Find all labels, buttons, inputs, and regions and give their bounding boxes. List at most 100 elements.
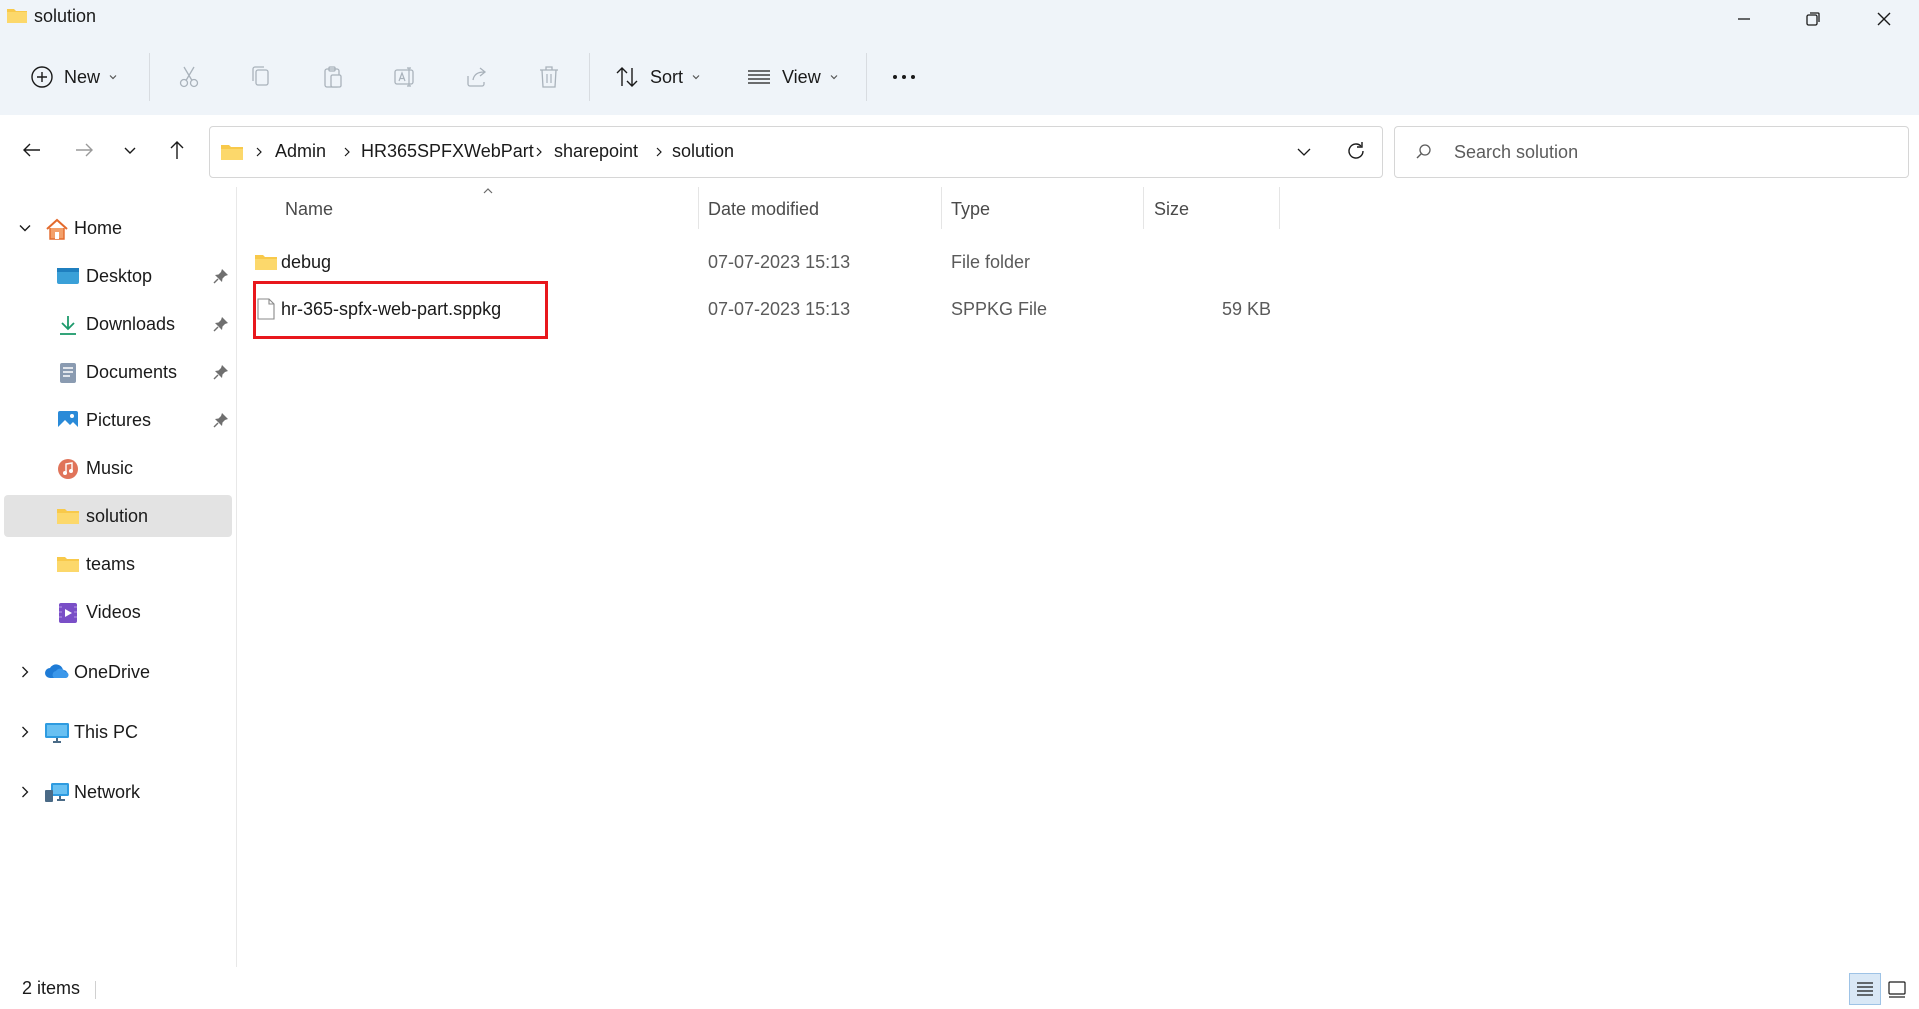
- details-view-icon: [1855, 979, 1875, 999]
- toolbar-divider: [589, 53, 590, 101]
- sidebar-item-label: Documents: [86, 362, 178, 382]
- chevron-right-icon: [654, 146, 664, 158]
- desktop-icon: [56, 266, 80, 286]
- file-date: 07-07-2023 15:13: [708, 299, 851, 319]
- this-pc-icon: [44, 722, 70, 744]
- chevron-right-icon[interactable]: [18, 665, 32, 679]
- new-button[interactable]: New: [30, 56, 118, 98]
- folder-icon: [56, 554, 80, 574]
- new-label: New: [64, 66, 101, 87]
- sidebar-item-onedrive[interactable]: OneDrive: [4, 651, 232, 693]
- sidebar-item-label: Music: [86, 458, 134, 478]
- chevron-right-icon[interactable]: [18, 785, 32, 799]
- breadcrumb-item[interactable]: sharepoint: [554, 141, 638, 162]
- chevron-right-icon: [534, 146, 544, 158]
- recent-locations-button[interactable]: [113, 133, 147, 167]
- sidebar-item-teams[interactable]: teams: [4, 543, 232, 585]
- plus-circle-icon: [30, 65, 54, 89]
- status-divider: [95, 981, 96, 999]
- column-header-size[interactable]: Size: [1154, 199, 1189, 220]
- breadcrumb-item[interactable]: Admin: [275, 141, 326, 162]
- sidebar-item-label: Network: [74, 782, 141, 802]
- more-options-button[interactable]: [890, 56, 918, 98]
- view-label: View: [782, 66, 821, 87]
- trash-icon: [536, 64, 562, 90]
- chevron-down-icon[interactable]: [1295, 143, 1313, 161]
- chevron-right-icon: [254, 146, 264, 158]
- column-divider[interactable]: [1143, 187, 1144, 229]
- column-header-type[interactable]: Type: [951, 199, 990, 220]
- sidebar-item-music[interactable]: Music: [4, 447, 232, 489]
- copy-icon: [248, 64, 274, 90]
- cut-button[interactable]: [176, 56, 202, 98]
- tiles-view-button[interactable]: [1881, 973, 1913, 1005]
- pin-icon: [213, 316, 229, 332]
- close-icon: [1876, 11, 1892, 27]
- status-bar: 2 items: [0, 967, 1919, 1009]
- details-view-button[interactable]: [1849, 973, 1881, 1005]
- folder-icon: [6, 6, 28, 24]
- sidebar-item-network[interactable]: Network: [4, 771, 232, 813]
- address-row: Admin HR365SPFXWebPart sharepoint soluti…: [0, 115, 1919, 187]
- file-row-debug[interactable]: debug 07-07-2023 15:13 File folder: [251, 241, 1301, 283]
- restore-button[interactable]: [1778, 0, 1848, 38]
- column-divider[interactable]: [1279, 187, 1280, 229]
- chevron-down-icon: [829, 72, 839, 82]
- sort-button[interactable]: Sort: [614, 56, 701, 98]
- rename-button[interactable]: [392, 56, 418, 98]
- videos-icon: [58, 602, 78, 624]
- sidebar-item-solution[interactable]: solution: [4, 495, 232, 537]
- sidebar-item-label: Desktop: [86, 266, 153, 286]
- music-icon: [57, 458, 79, 480]
- breadcrumb-item[interactable]: solution: [672, 141, 734, 162]
- command-bar: New Sort View: [0, 38, 1919, 116]
- view-button[interactable]: View: [746, 56, 839, 98]
- forward-button[interactable]: [67, 133, 101, 167]
- chevron-right-icon[interactable]: [18, 725, 32, 739]
- paste-icon: [320, 64, 346, 90]
- column-header-name[interactable]: Name: [285, 199, 333, 220]
- pictures-icon: [57, 410, 79, 432]
- item-count: 2 items: [22, 978, 81, 998]
- minimize-button[interactable]: [1709, 0, 1779, 38]
- column-divider[interactable]: [941, 187, 942, 229]
- sidebar-item-label: Pictures: [86, 410, 152, 430]
- cut-icon: [176, 64, 202, 90]
- breadcrumb-item[interactable]: HR365SPFXWebPart: [361, 141, 534, 162]
- search-input[interactable]: Search solution: [1394, 126, 1909, 178]
- arrow-right-icon: [73, 139, 95, 161]
- share-button[interactable]: [464, 56, 490, 98]
- title-bar: solution: [0, 0, 1919, 38]
- sidebar-item-desktop[interactable]: Desktop: [4, 255, 232, 297]
- chevron-down-icon: [691, 72, 701, 82]
- documents-icon: [58, 362, 78, 384]
- sidebar-item-label: solution: [86, 506, 149, 526]
- file-type: SPPKG File: [951, 299, 1048, 319]
- arrow-up-icon: [166, 139, 188, 161]
- sidebar-item-downloads[interactable]: Downloads: [4, 303, 232, 345]
- delete-button[interactable]: [536, 56, 562, 98]
- onedrive-icon: [44, 662, 70, 680]
- pin-icon: [213, 364, 229, 380]
- chevron-down-icon[interactable]: [18, 221, 32, 235]
- toolbar-divider: [149, 53, 150, 101]
- copy-button[interactable]: [248, 56, 274, 98]
- address-bar[interactable]: Admin HR365SPFXWebPart sharepoint soluti…: [209, 126, 1383, 178]
- sidebar-item-videos[interactable]: Videos: [4, 591, 232, 633]
- sidebar-item-home[interactable]: Home: [4, 207, 232, 249]
- refresh-icon[interactable]: [1345, 140, 1367, 162]
- file-size: 59 KB: [1221, 299, 1271, 319]
- sort-icon: [614, 64, 640, 90]
- paste-button[interactable]: [320, 56, 346, 98]
- close-button[interactable]: [1849, 0, 1919, 38]
- file-type: File folder: [951, 252, 1031, 272]
- sidebar-item-this-pc[interactable]: This PC: [4, 711, 232, 753]
- back-button[interactable]: [15, 133, 49, 167]
- column-divider[interactable]: [698, 187, 699, 229]
- sidebar-item-documents[interactable]: Documents: [4, 351, 232, 393]
- rename-icon: [392, 64, 418, 90]
- sidebar-item-pictures[interactable]: Pictures: [4, 399, 232, 441]
- folder-icon: [220, 142, 244, 162]
- up-button[interactable]: [160, 133, 194, 167]
- column-header-date-modified[interactable]: Date modified: [708, 199, 819, 220]
